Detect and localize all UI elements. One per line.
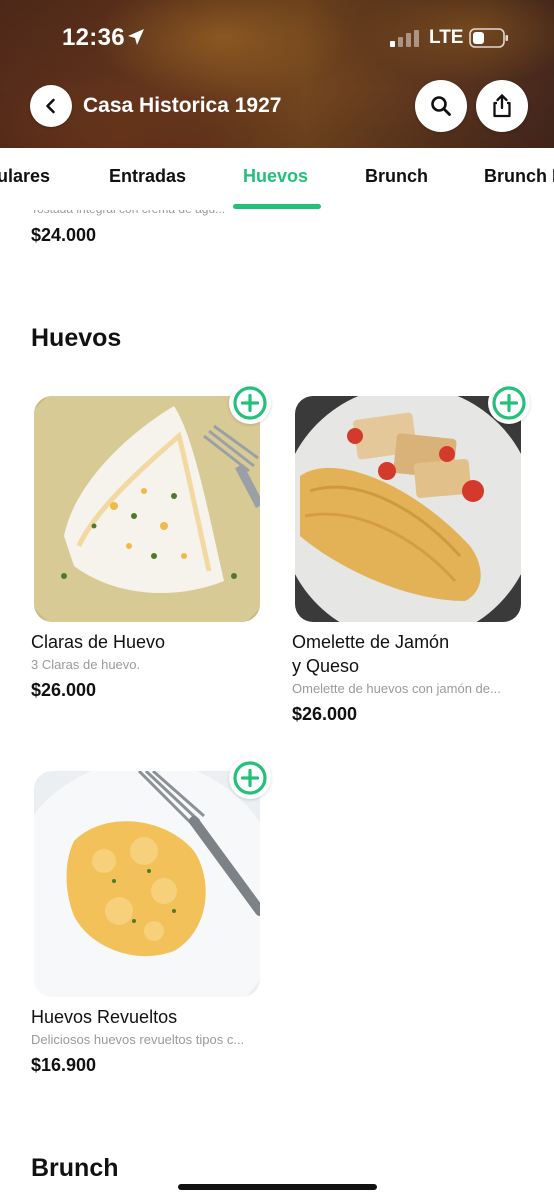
plus-circle-icon <box>233 761 267 795</box>
tab-brunch[interactable]: Brunch <box>365 166 428 187</box>
item-photo-revueltos <box>34 771 260 997</box>
tab-populares[interactable]: ulares <box>0 166 50 187</box>
plus-circle-icon <box>492 386 526 420</box>
add-item-button[interactable] <box>229 382 271 424</box>
search-icon <box>431 96 451 116</box>
battery-icon <box>469 28 508 48</box>
item-photo-claras <box>34 396 260 622</box>
previous-item-price: $24.000 <box>31 225 97 245</box>
tab-huevos[interactable]: Huevos <box>243 166 308 187</box>
restaurant-title: Casa Historica 1927 <box>83 94 282 117</box>
item-description: Deliciosos huevos revueltos tipos c... <box>31 1032 245 1047</box>
item-price: $26.000 <box>31 680 97 700</box>
search-button[interactable] <box>415 80 467 132</box>
menu-item-card[interactable]: Claras de Huevo 3 Claras de huevo. $26.0… <box>31 382 271 706</box>
share-icon <box>493 94 511 118</box>
menu-item-card[interactable]: Huevos Revueltos Deliciosos huevos revue… <box>31 757 271 1081</box>
item-description: Omelette de huevos con jamón de... <box>292 681 501 696</box>
share-button[interactable] <box>476 80 528 132</box>
tab-entradas[interactable]: Entradas <box>109 166 186 187</box>
network-type: LTE <box>429 27 464 48</box>
chevron-left-icon <box>46 98 55 114</box>
home-indicator[interactable] <box>178 1184 377 1190</box>
menu-item-card[interactable]: Omelette de Jamón y Queso Omelette de hu… <box>292 382 532 726</box>
add-item-button[interactable] <box>488 382 530 424</box>
item-price: $26.000 <box>292 704 358 724</box>
item-name-line-2: y Queso <box>292 656 360 676</box>
category-tabs: ulares Entradas Huevos Brunch Brunch I <box>0 148 554 210</box>
status-time: 12:36 <box>62 24 125 51</box>
item-price: $16.900 <box>31 1055 97 1075</box>
item-name: Claras de Huevo <box>31 632 166 652</box>
tab-brunch-2[interactable]: Brunch I <box>484 166 554 187</box>
section-title-huevos: Huevos <box>31 324 122 352</box>
cellular-signal-icon <box>390 30 419 47</box>
add-item-button[interactable] <box>229 757 271 799</box>
nav-row: Casa Historica 1927 <box>0 80 554 136</box>
item-photo-omelette <box>295 396 521 622</box>
plus-circle-icon <box>233 386 267 420</box>
back-button[interactable] <box>30 85 72 127</box>
location-arrow-icon <box>128 29 144 45</box>
section-title-brunch: Brunch <box>31 1154 119 1182</box>
item-name-line-1: Omelette de Jamón <box>292 632 450 652</box>
item-description: 3 Claras de huevo. <box>31 657 141 672</box>
item-name: Huevos Revueltos <box>31 1007 178 1027</box>
active-tab-indicator <box>233 204 321 209</box>
status-bar: 12:36 LTE <box>0 0 554 74</box>
